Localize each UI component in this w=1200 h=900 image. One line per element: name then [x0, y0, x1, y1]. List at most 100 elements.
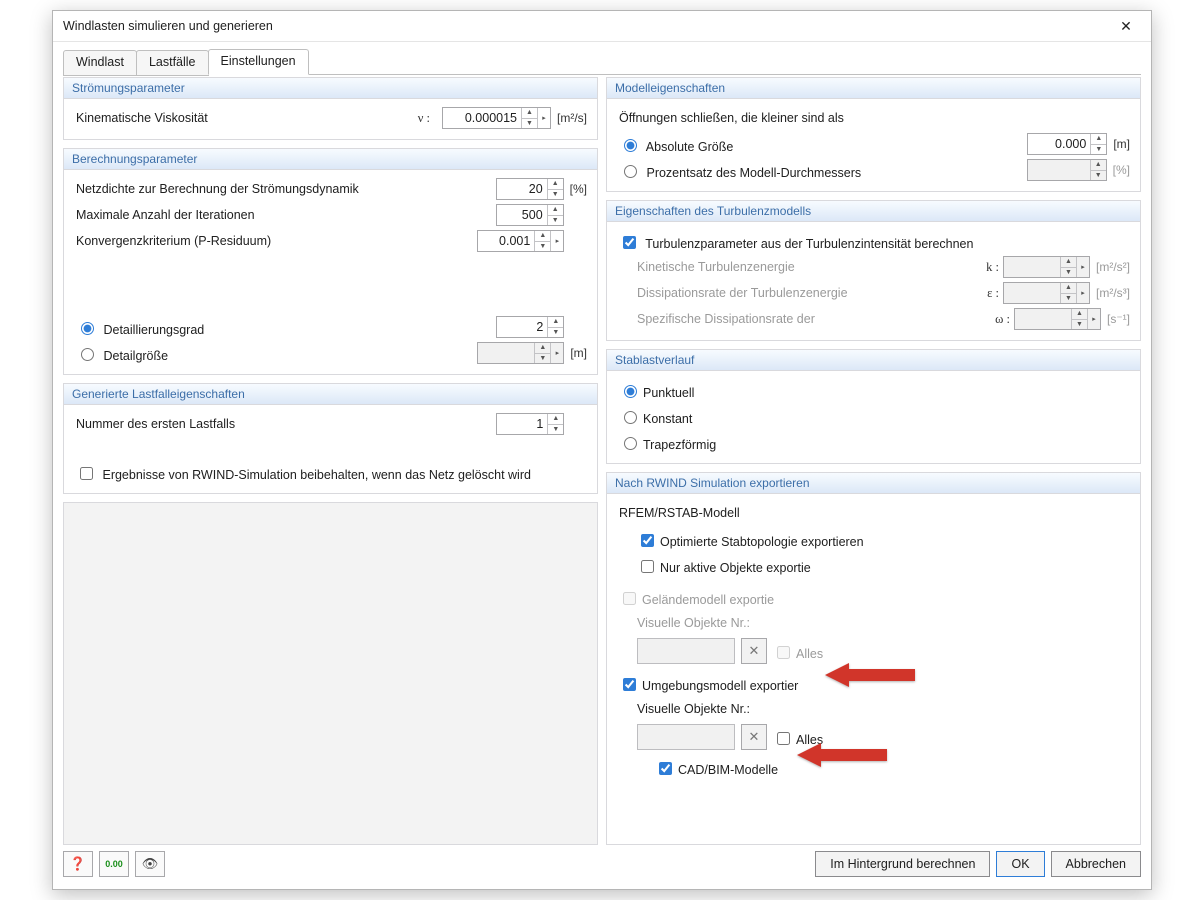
- stab-konstant-radio[interactable]: Konstant: [619, 407, 692, 426]
- alles-terrain-checkbox: [777, 646, 790, 659]
- view-button[interactable]: 👁: [135, 851, 165, 877]
- first-loadcase-input[interactable]: [497, 414, 547, 434]
- detail-size-input: [478, 343, 534, 363]
- group-header: Eigenschaften des Turbulenzmodells: [607, 201, 1140, 222]
- alles-env-checkbox[interactable]: [777, 732, 790, 745]
- detail-size-radio-input[interactable]: [81, 348, 94, 361]
- spinner-arrows[interactable]: ▲▼: [547, 414, 563, 434]
- clear-env-button[interactable]: ✕: [741, 724, 767, 750]
- group-header: Strömungsparameter: [64, 78, 597, 99]
- nu-symbol: ν :: [336, 111, 442, 126]
- detail-level-radio[interactable]: Detaillierungsgrad: [76, 318, 496, 337]
- visobj-env-input: [637, 724, 735, 750]
- detail-size-unit: [m]: [570, 346, 587, 360]
- group-loadcase: Generierte Lastfalleigenschaften Nummer …: [63, 383, 598, 494]
- dialog-body: Strömungsparameter Kinematische Viskosit…: [63, 77, 1141, 845]
- max-iterations-input[interactable]: [497, 205, 547, 225]
- spinner-step-icon[interactable]: ▸: [537, 108, 550, 128]
- help-button[interactable]: ❓: [63, 851, 93, 877]
- active-only-checkbox[interactable]: [641, 560, 654, 573]
- spinner-arrows[interactable]: ▲▼: [547, 205, 563, 225]
- keep-results-label: Ergebnisse von RWIND-Simulation beibehal…: [102, 468, 530, 482]
- turb-from-intensity-check[interactable]: Turbulenzparameter aus der Turbulenzinte…: [619, 232, 973, 251]
- group-header: Generierte Lastfalleigenschaften: [64, 384, 597, 405]
- turb-from-intensity-checkbox[interactable]: [623, 236, 636, 249]
- units-button[interactable]: 0.00: [99, 851, 129, 877]
- convergence-label: Konvergenzkriterium (P-Residuum): [76, 234, 477, 248]
- spinner-arrows[interactable]: ▲▼: [521, 108, 537, 128]
- env-model-checkbox[interactable]: [623, 678, 636, 691]
- tab-windlast[interactable]: Windlast: [63, 50, 137, 76]
- stab-konstant-input[interactable]: [624, 411, 637, 424]
- pct-size-radio[interactable]: Prozentsatz des Modell-Durchmessers: [619, 161, 1027, 180]
- detail-size-radio[interactable]: Detailgröße: [76, 344, 477, 363]
- group-header: Stablastverlauf: [607, 350, 1140, 371]
- dialog-footer: ❓ 0.00 👁 Im Hintergrund berechnen OK Abb…: [63, 849, 1141, 879]
- first-loadcase-spinner[interactable]: ▲▼: [496, 413, 564, 435]
- detail-level-radio-input[interactable]: [81, 322, 94, 335]
- abs-size-radio-input[interactable]: [624, 139, 637, 152]
- spinner-arrows[interactable]: ▲▼: [1090, 134, 1106, 154]
- group-model-props: Modelleigenschaften Öffnungen schließen,…: [606, 77, 1141, 192]
- stab-konstant-label: Konstant: [643, 412, 692, 426]
- convergence-input[interactable]: [478, 231, 534, 251]
- active-only-check[interactable]: Nur aktive Objekte exportie: [637, 556, 811, 575]
- keep-results-check[interactable]: Ergebnisse von RWIND-Simulation beibehal…: [76, 463, 531, 482]
- cad-bim-check[interactable]: CAD/BIM-Modelle: [655, 758, 778, 777]
- spinner-step-icon[interactable]: ▸: [550, 231, 563, 251]
- keep-results-checkbox[interactable]: [80, 467, 93, 480]
- spinner-arrows[interactable]: ▲▼: [534, 231, 550, 251]
- group-calc-params: Berechnungsparameter Netzdichte zur Bere…: [63, 148, 598, 375]
- cancel-button[interactable]: Abbrechen: [1051, 851, 1141, 877]
- visobj-terrain-input: [637, 638, 735, 664]
- spinner-arrows: ▲▼: [1060, 283, 1076, 303]
- kinematic-viscosity-spinner[interactable]: ▲▼ ▸: [442, 107, 551, 129]
- close-openings-label: Öffnungen schließen, die kleiner sind al…: [619, 111, 844, 125]
- turb-omega-symbol: ω :: [992, 312, 1014, 327]
- pct-size-label: Prozentsatz des Modell-Durchmessers: [646, 166, 861, 180]
- detail-level-spinner[interactable]: ▲▼: [496, 316, 564, 338]
- abs-size-input[interactable]: [1028, 134, 1090, 154]
- group-header: Nach RWIND Simulation exportieren: [607, 473, 1140, 494]
- turb-eps-label: Dissipationsrate der Turbulenzenergie: [637, 286, 981, 300]
- eye-icon: 👁: [142, 856, 159, 872]
- kinematic-viscosity-input[interactable]: [443, 108, 521, 128]
- close-button[interactable]: ✕: [1107, 15, 1145, 37]
- env-model-check[interactable]: Umgebungsmodell exportier: [619, 674, 798, 693]
- opt-topo-check[interactable]: Optimierte Stabtopologie exportieren: [637, 530, 864, 549]
- abs-size-spinner[interactable]: ▲▼: [1027, 133, 1107, 155]
- stab-trapez-radio[interactable]: Trapezförmig: [619, 433, 716, 452]
- spinner-arrows[interactable]: ▲▼: [547, 179, 563, 199]
- detail-level-input[interactable]: [497, 317, 547, 337]
- units-icon: 0.00: [105, 859, 123, 869]
- abs-size-radio[interactable]: Absolute Größe: [619, 135, 1027, 154]
- pct-size-radio-input[interactable]: [624, 165, 637, 178]
- ok-button[interactable]: OK: [996, 851, 1044, 877]
- stab-trapez-input[interactable]: [624, 437, 637, 450]
- terrain-check: Geländemodell exportie: [619, 588, 774, 607]
- convergence-spinner[interactable]: ▲▼ ▸: [477, 230, 564, 252]
- stab-punktuell-radio[interactable]: Punktuell: [619, 381, 694, 400]
- turb-k-unit: [m²/s²]: [1096, 260, 1130, 274]
- stab-trapez-label: Trapezförmig: [643, 438, 716, 452]
- mesh-density-spinner[interactable]: ▲▼: [496, 178, 564, 200]
- alles-env-check[interactable]: Alles: [773, 728, 823, 747]
- mesh-density-input[interactable]: [497, 179, 547, 199]
- detail-size-label: Detailgröße: [103, 349, 168, 363]
- tab-lastfaelle[interactable]: Lastfälle: [136, 50, 209, 76]
- env-model-label: Umgebungsmodell exportier: [642, 679, 798, 693]
- turb-from-intensity-label: Turbulenzparameter aus der Turbulenzinte…: [645, 237, 973, 251]
- max-iterations-spinner[interactable]: ▲▼: [496, 204, 564, 226]
- spinner-arrows[interactable]: ▲▼: [547, 317, 563, 337]
- pct-size-input: [1028, 160, 1090, 180]
- cad-bim-checkbox[interactable]: [659, 762, 672, 775]
- visobj-env-label: Visuelle Objekte Nr.:: [637, 702, 750, 716]
- close-icon: ✕: [1120, 18, 1132, 35]
- alles-terrain-label: Alles: [796, 647, 823, 661]
- group-turbulence: Eigenschaften des Turbulenzmodells Turbu…: [606, 200, 1141, 341]
- stab-punktuell-input[interactable]: [624, 385, 637, 398]
- tab-einstellungen[interactable]: Einstellungen: [208, 49, 309, 75]
- opt-topo-checkbox[interactable]: [641, 534, 654, 547]
- abs-size-label: Absolute Größe: [646, 140, 734, 154]
- calc-background-button[interactable]: Im Hintergrund berechnen: [815, 851, 990, 877]
